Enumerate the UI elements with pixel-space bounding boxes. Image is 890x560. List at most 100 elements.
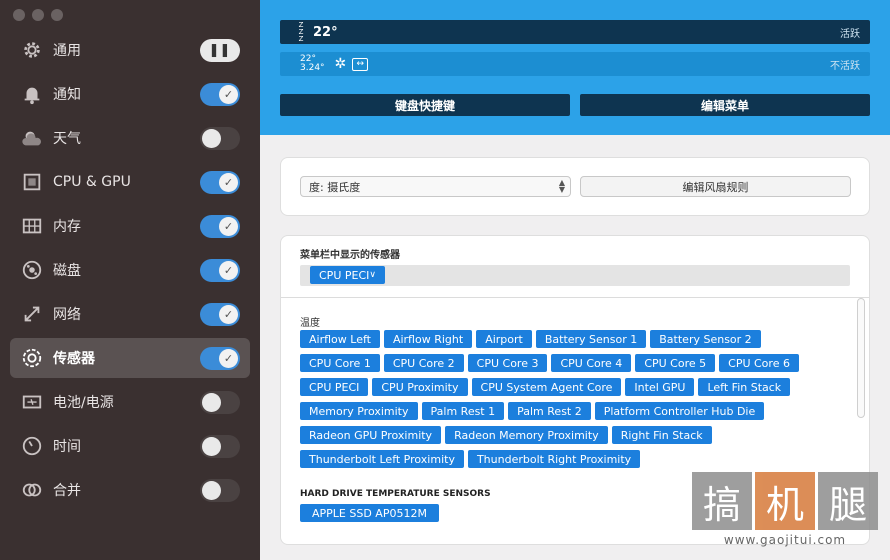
sidebar-item-label: 网络 bbox=[53, 307, 81, 323]
active-temp-value: 22° bbox=[313, 24, 338, 40]
hard-drive-sensor-chip[interactable]: APPLE SSD AP0512M bbox=[300, 504, 439, 522]
sidebar-item[interactable]: CPU & GPU ✓ bbox=[10, 162, 250, 202]
enable-toggle[interactable]: ✓ bbox=[200, 83, 240, 106]
toggle-knob bbox=[202, 481, 221, 500]
sidebar-item-label: 传感器 bbox=[53, 351, 95, 367]
sensor-chip[interactable]: CPU Core 2 bbox=[383, 354, 464, 372]
sidebar-item[interactable]: 内存 ✓ bbox=[10, 206, 250, 246]
sensor-chip[interactable]: CPU PECI bbox=[300, 378, 369, 396]
sidebar-item[interactable]: 传感器 ✓ bbox=[10, 338, 250, 378]
temperature-sensor-list: Airflow Left Airflow Right Airport Battery … bbox=[300, 330, 840, 468]
enable-toggle[interactable]: ✓ bbox=[200, 347, 240, 370]
sidebar-item[interactable]: 通用 ❚❚ bbox=[10, 30, 250, 70]
menubar-sensor-chip-label: CPU PECI bbox=[319, 268, 370, 282]
sensor-chip[interactable]: CPU Proximity bbox=[372, 378, 468, 396]
sensor-chip[interactable]: Platform Controller Hub Die bbox=[594, 402, 765, 420]
window-controls bbox=[13, 9, 63, 21]
cpu-icon bbox=[20, 170, 44, 194]
watermark-logo: 搞机腿 bbox=[692, 472, 882, 530]
checkmark-icon: ✓ bbox=[219, 261, 238, 280]
sensor-chip[interactable]: CPU System Agent Core bbox=[471, 378, 622, 396]
menubar-sensors-dropzone[interactable]: CPU PECI ∨ bbox=[300, 265, 850, 286]
sensor-chip[interactable]: CPU Core 5 bbox=[635, 354, 716, 372]
sensor-fan-icon bbox=[20, 346, 44, 370]
enable-toggle[interactable] bbox=[200, 435, 240, 458]
sidebar-item[interactable]: 网络 ✓ bbox=[10, 294, 250, 334]
minimize-window-button[interactable] bbox=[32, 9, 44, 21]
sensor-chip[interactable]: Radeon GPU Proximity bbox=[300, 426, 442, 444]
menubar-preview-inactive[interactable]: 22° 3.24° ✲ ↔ 不活跃 bbox=[280, 52, 870, 76]
zoom-window-button[interactable] bbox=[51, 9, 63, 21]
clock-icon bbox=[20, 434, 44, 458]
sensor-chip[interactable]: CPU Core 4 bbox=[551, 354, 632, 372]
chevron-down-icon: ∨ bbox=[369, 270, 376, 280]
watermark-tile: 机 bbox=[755, 472, 815, 530]
active-state-label: 活跃 bbox=[840, 28, 860, 40]
sidebar-item[interactable]: 时间 bbox=[10, 426, 250, 466]
temperature-unit-select[interactable]: 度: 摄氏度 ▲ ▼ bbox=[300, 176, 571, 197]
sensor-list-scrollbar[interactable] bbox=[857, 298, 865, 418]
sidebar-item-label: CPU & GPU bbox=[53, 174, 131, 190]
enable-toggle[interactable] bbox=[200, 479, 240, 502]
fan-icon: ✲ bbox=[334, 56, 347, 72]
sensor-chip[interactable]: CPU Core 1 bbox=[300, 354, 380, 372]
inactive-state-label: 不活跃 bbox=[830, 60, 860, 72]
sensor-chip[interactable]: Thunderbolt Left Proximity bbox=[300, 450, 464, 468]
watermark-url: www.gaojitui.com bbox=[723, 533, 847, 547]
sensor-chip[interactable]: Memory Proximity bbox=[300, 402, 418, 420]
sidebar: 通用 ❚❚ 通知 ✓ 天气 CPU & GPU ✓ 内存 ✓ 磁盘 ✓ 网络 ✓ 传感器 ✓ 电池/电源 时间合… bbox=[0, 0, 260, 560]
edit-fan-rules-button[interactable]: 编辑风扇规则 bbox=[580, 176, 851, 197]
sensor-chip[interactable]: Palm Rest 1 bbox=[421, 402, 505, 420]
sensor-chip[interactable]: Left Fin Stack bbox=[698, 378, 791, 396]
sidebar-item-label: 天气 bbox=[53, 131, 81, 147]
toggle-knob bbox=[202, 393, 221, 412]
sensor-chip[interactable]: CPU Core 6 bbox=[719, 354, 799, 372]
menubar-preview-active[interactable]: Z Z Z 22° 活跃 bbox=[280, 20, 870, 44]
sensor-chip[interactable]: Intel GPU bbox=[625, 378, 695, 396]
select-arrows-icon: ▲ ▼ bbox=[558, 178, 565, 194]
site-watermark: 搞机腿 www.gaojitui.com bbox=[692, 472, 882, 552]
sensor-chip[interactable]: Battery Sensor 2 bbox=[650, 330, 761, 348]
toggle-knob bbox=[202, 129, 221, 148]
pause-toggle[interactable]: ❚❚ bbox=[200, 39, 240, 62]
battery-icon bbox=[20, 390, 44, 414]
sidebar-item-label: 内存 bbox=[53, 219, 81, 235]
watermark-tile: 搞 bbox=[692, 472, 752, 530]
sidebar-item[interactable]: 合并 bbox=[10, 470, 250, 510]
sleep-zzz-icon: Z Z Z bbox=[298, 20, 304, 43]
keyboard-shortcuts-button[interactable]: 键盘快捷键 bbox=[280, 94, 570, 116]
enable-toggle[interactable]: ✓ bbox=[200, 215, 240, 238]
inactive-temp-values: 22° 3.24° bbox=[300, 55, 325, 73]
enable-toggle[interactable]: ✓ bbox=[200, 259, 240, 282]
enable-toggle[interactable] bbox=[200, 127, 240, 150]
sidebar-item[interactable]: 通知 ✓ bbox=[10, 74, 250, 114]
sensor-chip[interactable]: CPU Core 3 bbox=[467, 354, 548, 372]
sensor-chip[interactable]: Radeon Memory Proximity bbox=[445, 426, 608, 444]
hard-drive-sensor-list: APPLE SSD AP0512M bbox=[300, 504, 439, 522]
enable-toggle[interactable]: ✓ bbox=[200, 303, 240, 326]
inactive-temp-line2: 3.24° bbox=[300, 63, 325, 73]
sidebar-item-label: 合并 bbox=[53, 483, 81, 499]
sidebar-item[interactable]: 天气 bbox=[10, 118, 250, 158]
sidebar-item-label: 电池/电源 bbox=[53, 395, 114, 411]
sensor-chip[interactable]: Thunderbolt Right Proximity bbox=[467, 450, 641, 468]
disk-icon bbox=[20, 258, 44, 282]
checkmark-icon: ✓ bbox=[219, 173, 238, 192]
hard-drive-section-label: HARD DRIVE TEMPERATURE SENSORS bbox=[300, 489, 491, 499]
edit-menu-button[interactable]: 编辑菜单 bbox=[580, 94, 870, 116]
sensor-chip[interactable]: Right Fin Stack bbox=[611, 426, 712, 444]
sensor-chip[interactable]: Airflow Left bbox=[300, 330, 380, 348]
sensor-chip[interactable]: Airport bbox=[476, 330, 532, 348]
toggle-knob bbox=[202, 437, 221, 456]
menubar-sensor-chip[interactable]: CPU PECI ∨ bbox=[310, 266, 385, 284]
enable-toggle[interactable]: ✓ bbox=[200, 171, 240, 194]
sensor-chip[interactable]: Palm Rest 2 bbox=[508, 402, 591, 420]
sensor-chip[interactable]: Battery Sensor 1 bbox=[535, 330, 647, 348]
close-window-button[interactable] bbox=[13, 9, 25, 21]
sidebar-item[interactable]: 电池/电源 bbox=[10, 382, 250, 422]
checkmark-icon: ✓ bbox=[219, 85, 238, 104]
sidebar-item[interactable]: 磁盘 ✓ bbox=[10, 250, 250, 290]
sensor-chip[interactable]: Airflow Right bbox=[383, 330, 473, 348]
menubar-sensors-title: 菜单栏中显示的传感器 bbox=[300, 250, 400, 261]
enable-toggle[interactable] bbox=[200, 391, 240, 414]
